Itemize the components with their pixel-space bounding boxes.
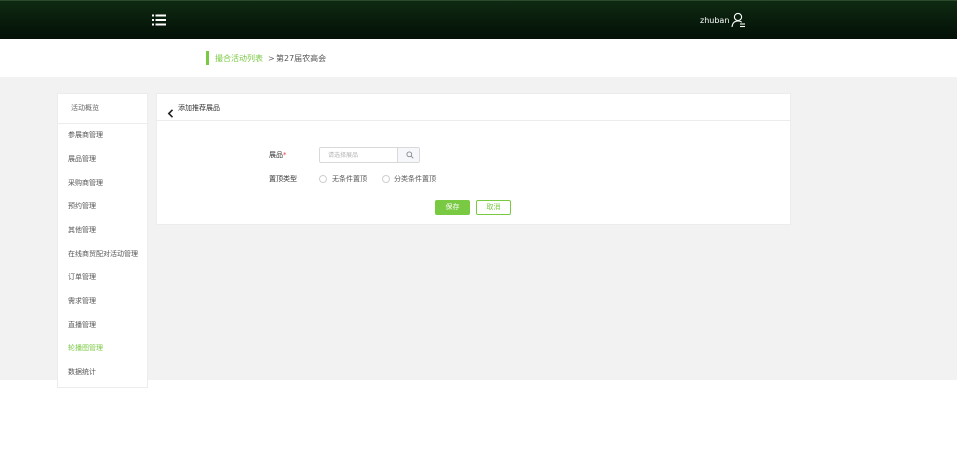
breadcrumb-parent-link[interactable]: 撮合活动列表	[215, 53, 263, 64]
chevron-left-icon[interactable]	[167, 103, 174, 118]
breadcrumb-current: 第27届农高会	[276, 54, 327, 63]
panel-header: 添加推荐展品	[157, 94, 790, 121]
breadcrumb-separator: >	[268, 54, 275, 63]
radio-unconditional-pin[interactable]	[319, 175, 327, 183]
sidebar-item-buyer-management[interactable]: 采购商管理	[68, 178, 103, 188]
radio-label-unconditional-pin[interactable]: 无条件置顶	[332, 174, 367, 184]
breadcrumb-bar	[0, 39, 957, 77]
radio-category-pin[interactable]	[382, 175, 390, 183]
username[interactable]: zhuban	[700, 16, 729, 25]
sidebar-item-online-matching-management[interactable]: 在线商贸配对活动管理	[68, 249, 138, 259]
product-label: 展品*	[269, 151, 287, 159]
sidebar-item-appointment-management[interactable]: 预约管理	[68, 201, 96, 211]
product-search-input[interactable]	[320, 148, 397, 162]
sidebar-item-other-management[interactable]: 其他管理	[68, 225, 96, 235]
add-recommended-exhibit-panel: 添加推荐展品 展品* 置顶类型 无条件置顶 分类条件置顶 保存 取消	[156, 93, 791, 225]
sidebar-item-demand-management[interactable]: 需求管理	[68, 296, 96, 306]
sidebar-item-order-management[interactable]: 订单管理	[68, 272, 96, 282]
pin-type-label: 置顶类型	[269, 175, 297, 183]
top-navbar: zhuban	[0, 0, 957, 39]
radio-label-category-pin[interactable]: 分类条件置顶	[394, 174, 436, 184]
sidebar-item-data-statistics[interactable]: 数据统计	[68, 367, 96, 377]
sidebar-title-activity-overview[interactable]: 活动概览	[58, 94, 147, 124]
sidebar-item-live-management[interactable]: 直播管理	[68, 320, 96, 330]
sidebar: 活动概览 参展商管理 展品管理 采购商管理 预约管理 其他管理 在线商贸配对活动…	[57, 93, 148, 388]
breadcrumb-marker	[206, 51, 209, 65]
product-select	[319, 147, 420, 163]
sidebar-item-exhibit-management[interactable]: 展品管理	[68, 154, 96, 164]
sidebar-item-exhibitor-management[interactable]: 参展商管理	[68, 130, 103, 140]
save-button[interactable]: 保存	[435, 200, 470, 215]
list-menu-icon[interactable]	[152, 14, 166, 26]
search-button[interactable]	[397, 148, 419, 162]
cancel-button[interactable]: 取消	[476, 200, 511, 215]
user-icon[interactable]	[731, 12, 746, 28]
panel-title: 添加推荐展品	[178, 104, 220, 112]
required-mark: *	[283, 151, 287, 159]
sidebar-item-carousel-management[interactable]: 轮播图管理	[68, 343, 103, 353]
search-icon	[406, 151, 414, 159]
